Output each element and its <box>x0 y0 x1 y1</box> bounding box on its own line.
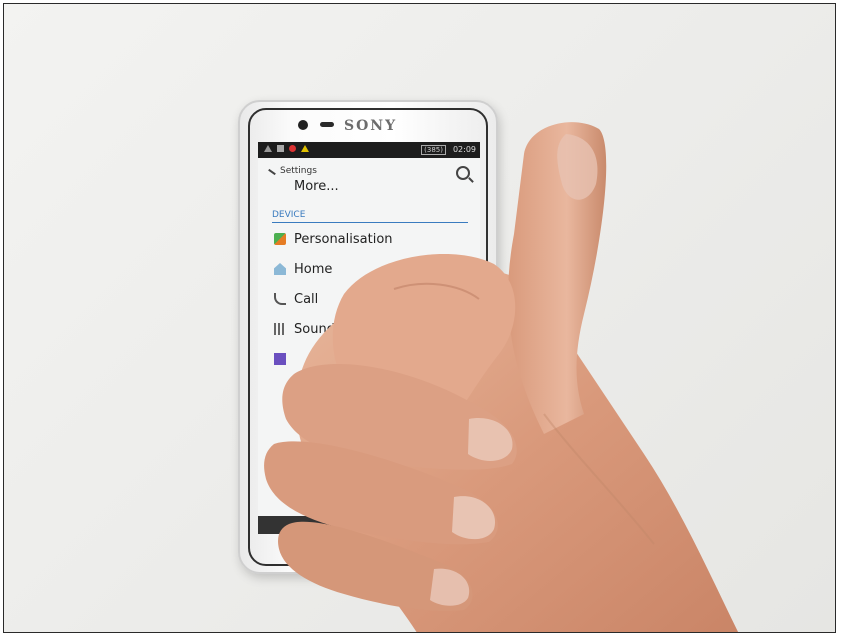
thumbs-up-hand <box>244 114 835 632</box>
photo-frame: SONY (385) 02:09 Settings More... DEVICE <box>3 3 836 633</box>
hand-illustration <box>264 122 739 632</box>
